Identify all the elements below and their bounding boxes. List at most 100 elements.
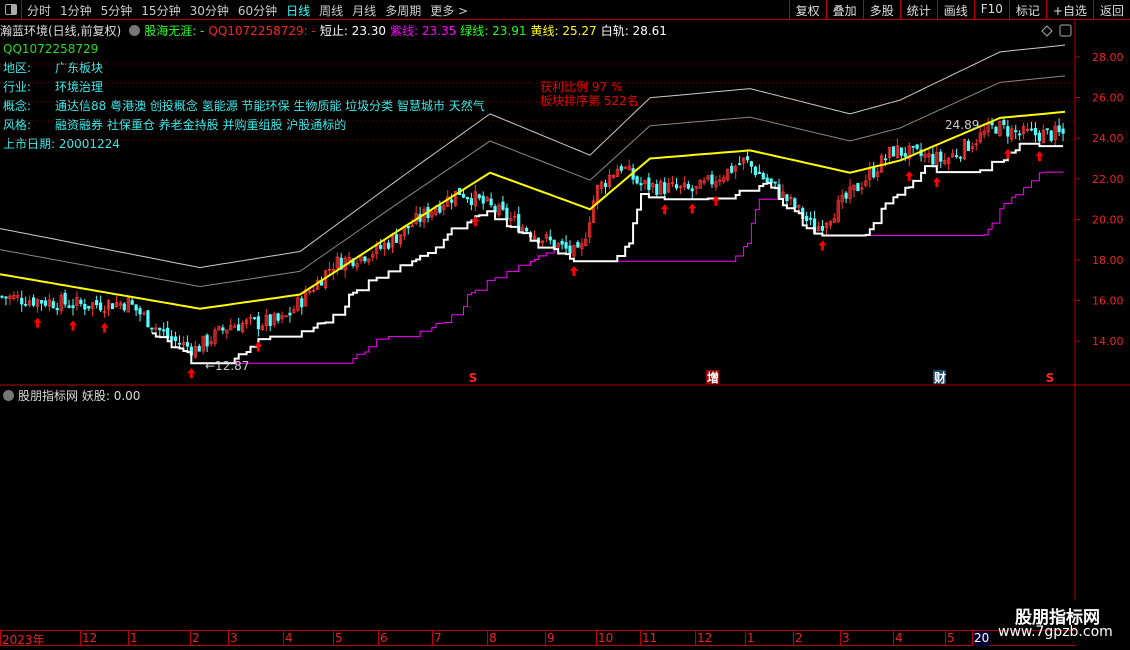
candle-body bbox=[55, 307, 59, 311]
candle-body bbox=[663, 182, 667, 194]
candle-body bbox=[469, 198, 473, 206]
candle-body bbox=[674, 184, 679, 189]
event-marker: 财 bbox=[933, 370, 946, 385]
candle-body bbox=[548, 236, 552, 241]
candle-body bbox=[1049, 130, 1053, 141]
y-tick-label: 26.00 bbox=[1092, 92, 1124, 105]
buy-arrow-icon bbox=[905, 171, 914, 182]
candle-body bbox=[958, 156, 963, 159]
candle-body bbox=[24, 303, 28, 306]
candle-body bbox=[1006, 126, 1010, 137]
buy-arrow-icon bbox=[711, 195, 720, 206]
candle-body bbox=[749, 161, 754, 167]
buy-arrow-icon bbox=[660, 204, 669, 215]
date-tick: 1 bbox=[745, 631, 755, 646]
candle-body bbox=[99, 302, 103, 311]
candle-body bbox=[185, 342, 189, 347]
buy-arrow-icon bbox=[569, 266, 578, 277]
sub-indicator-header: 股朋指标网 妖股: 0.00 bbox=[3, 387, 140, 404]
candle-body bbox=[915, 144, 919, 149]
candle-body bbox=[753, 166, 757, 176]
candle-body bbox=[761, 172, 765, 180]
candle-body bbox=[1037, 132, 1041, 142]
price-chart[interactable]: 28.00 26.00 24.00 22.00 20.00 18.00 16.00 14.00… bbox=[0, 0, 1130, 650]
candle-body bbox=[465, 197, 470, 200]
y-tick-label: 14.00 bbox=[1092, 335, 1124, 348]
candle-body bbox=[805, 216, 809, 222]
date-tick: 6 bbox=[378, 631, 388, 646]
candle-body bbox=[903, 153, 907, 157]
candle-body bbox=[710, 174, 714, 185]
buy-arrow-icon bbox=[818, 240, 827, 251]
date-tick: 12 bbox=[80, 631, 98, 646]
candle-body bbox=[1061, 128, 1065, 134]
candle-body bbox=[891, 146, 896, 157]
candle-body bbox=[51, 301, 55, 309]
candle-body bbox=[505, 207, 509, 220]
candle-body bbox=[686, 184, 690, 189]
candle-body bbox=[564, 242, 568, 249]
candle-body bbox=[939, 151, 943, 162]
candle-body bbox=[406, 225, 410, 229]
candle-body bbox=[793, 198, 797, 209]
candle-body bbox=[173, 336, 178, 342]
candle-body bbox=[31, 297, 36, 306]
candle-body bbox=[1002, 120, 1006, 125]
candle-body bbox=[690, 188, 694, 192]
date-tick: 3 bbox=[228, 631, 238, 646]
candle-body bbox=[655, 183, 659, 195]
candle-body bbox=[394, 234, 399, 243]
candle-body bbox=[268, 314, 272, 326]
candle-body bbox=[809, 217, 813, 220]
buy-arrow-icon bbox=[1035, 151, 1044, 162]
candle-body bbox=[773, 181, 777, 184]
candle-body bbox=[994, 126, 998, 134]
panel-icon bbox=[1059, 24, 1072, 37]
candle-body bbox=[177, 342, 182, 345]
candle-body bbox=[635, 176, 639, 184]
candle-body bbox=[95, 300, 99, 306]
candle-body bbox=[1057, 125, 1061, 133]
candle-body bbox=[138, 308, 142, 315]
date-tick: 8 bbox=[487, 631, 497, 646]
candle-body bbox=[63, 292, 67, 305]
date-axis: 2023年 12 1 2 3 4 5 6 7 8 9 10 11 12 1 2 3 4 5 20 bbox=[0, 630, 1075, 647]
buy-arrow-icon bbox=[187, 368, 196, 379]
candle-body bbox=[252, 317, 257, 320]
candle-body bbox=[899, 147, 903, 156]
candle-body bbox=[769, 178, 773, 183]
candle-body bbox=[872, 167, 876, 178]
candle-body bbox=[386, 242, 391, 249]
candle-body bbox=[39, 300, 44, 304]
candle-body bbox=[205, 334, 209, 347]
date-tick: 5 bbox=[945, 631, 955, 646]
candle-body bbox=[568, 245, 572, 254]
buy-arrow-icon bbox=[471, 216, 480, 227]
candle-body bbox=[911, 145, 915, 148]
date-tick: 2023年 bbox=[0, 631, 45, 647]
candle-body bbox=[738, 163, 742, 166]
y-tick-label: 22.00 bbox=[1092, 173, 1124, 186]
candle-body bbox=[379, 245, 383, 249]
candle-body bbox=[785, 194, 789, 202]
high-price-label: 24.89 bbox=[945, 118, 979, 132]
buy-arrow-icon bbox=[254, 341, 263, 352]
y-tick-label: 16.00 bbox=[1092, 295, 1124, 308]
y-tick-label: 20.00 bbox=[1092, 213, 1124, 226]
date-tick: 2 bbox=[190, 631, 200, 646]
candle-body bbox=[1014, 130, 1018, 133]
candle-body bbox=[170, 336, 174, 341]
candle-body bbox=[647, 177, 651, 190]
candle-body bbox=[489, 198, 493, 206]
candle-body bbox=[639, 183, 643, 186]
date-tick: 4 bbox=[893, 631, 903, 646]
candle-body bbox=[477, 194, 481, 199]
candle-body bbox=[501, 201, 505, 210]
candle-body bbox=[966, 140, 970, 151]
date-tick: 5 bbox=[333, 631, 343, 646]
buy-arrow-icon bbox=[932, 177, 941, 188]
date-tick: 4 bbox=[283, 631, 293, 646]
chevron-down-icon[interactable] bbox=[3, 390, 14, 401]
low-price-label: ←12.87 bbox=[205, 359, 249, 373]
date-tick: 12 bbox=[695, 631, 713, 646]
